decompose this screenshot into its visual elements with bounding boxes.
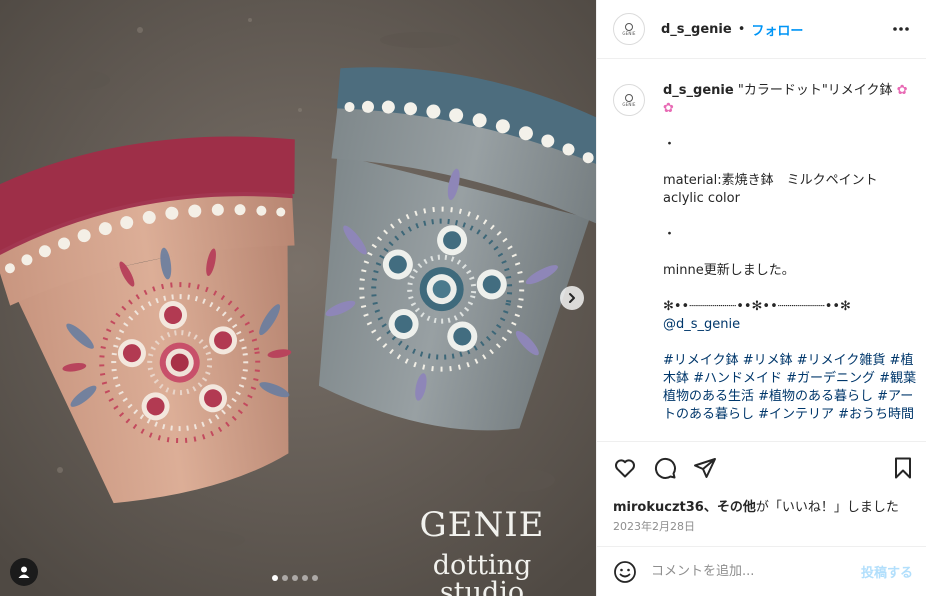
carousel-indicator [272,575,318,581]
cherry-blossom-icon: ✿ [663,101,674,116]
watermark-title: GENIE [419,505,545,545]
more-horizontal-icon[interactable] [891,19,911,39]
caption-avatar[interactable]: GENIE [613,84,645,116]
bookmark-icon [895,457,911,479]
likes-others[interactable]: 、その他 [704,500,756,515]
avatar[interactable]: GENIE [613,13,645,45]
follow-button[interactable]: フォロー [751,20,803,39]
likes-summary[interactable]: mirokuczt36、その他が「いいね！」しました [613,496,899,515]
like-button[interactable] [613,456,637,480]
caption-bullet: ・ [663,227,677,242]
likes-user[interactable]: mirokuczt36 [613,500,704,515]
caption-title-line: d_s_genie "カラードット"リメイク鉢 ✿ ✿ [663,82,917,118]
caption-username[interactable]: d_s_genie [663,83,734,98]
caption-bullet: ・ [663,137,677,152]
caption-mention-link[interactable]: @d_s_genie [663,317,740,332]
cherry-blossom-icon: ✿ [896,83,908,98]
post-comment-button[interactable]: 投稿する [861,562,913,581]
post-header: GENIE d_s_genie • フォロー [597,0,926,59]
carousel-dot [282,575,288,581]
header-separator: • [737,21,746,37]
send-icon [694,458,716,478]
comment-button[interactable] [653,456,677,480]
logo-mark-icon [625,93,633,102]
carousel-dot [292,575,298,581]
avatar-logo-text: GENIE [622,30,636,36]
header-username[interactable]: d_s_genie [661,22,732,37]
carousel-dot [272,575,278,581]
caption-update: minne更新しました。 [663,263,795,278]
post-actions: mirokuczt36、その他が「いいね！」しました 2023年2月28日 [597,441,926,546]
comment-bar: 投稿する [597,546,926,596]
caption-section: GENIE d_s_genie "カラードット"リメイク鉢 ✿ ✿ ・ mater… [597,60,926,441]
caption-title: "カラードット"リメイク鉢 [737,83,893,98]
likes-suffix: が「いいね！」しました [755,500,899,515]
comment-input[interactable] [651,564,846,579]
caption-material: material:素焼き鉢 ミルクペイント aclylic color [663,173,878,206]
logo-mark-icon [625,22,633,31]
carousel-dot [312,575,318,581]
avatar-logo-text: GENIE [622,101,636,107]
tagged-users-button[interactable] [10,558,38,586]
post-image[interactable]: GENIE dotting studio [0,0,596,596]
carousel-dot [302,575,308,581]
comment-icon [654,457,676,479]
studio-watermark: GENIE dotting studio [392,508,572,596]
user-tag-icon [18,566,30,578]
smiley-icon[interactable] [613,560,637,584]
watermark-subtitle: dotting studio [432,550,532,596]
carousel-next-button[interactable] [560,286,584,310]
caption-text: d_s_genie "カラードット"リメイク鉢 ✿ ✿ ・ material:素焼… [663,82,917,441]
share-button[interactable] [693,456,717,480]
chevron-right-icon [569,293,575,303]
heart-icon [615,459,635,478]
action-icon-row [613,456,717,480]
caption-hashtags[interactable]: #リメイク鉢 #リメ鉢 #リメイク雑貨 #植木鉢 #ハンドメイド #ガーデニング… [663,352,917,424]
save-button[interactable] [891,456,915,480]
caption-divider: ✻••┈┈┈┈┈┈••✻••┈┈┈┈┈┈••✻ [663,299,851,314]
post-date: 2023年2月28日 [613,520,695,533]
post-details-panel: GENIE d_s_genie • フォロー GENIE d_s_genie "… [596,0,926,596]
